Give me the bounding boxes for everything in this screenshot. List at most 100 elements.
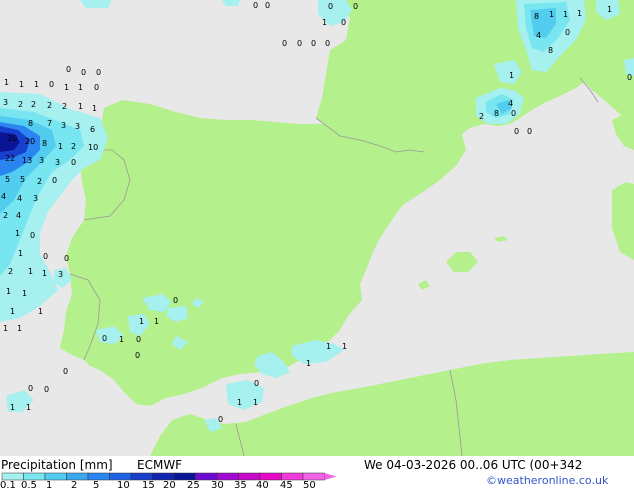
legend-tick-label: 30 <box>211 480 224 491</box>
precip-value-label: 1 <box>549 10 554 19</box>
legend-tick-label: 10 <box>117 480 130 491</box>
precip-value-label: 1 <box>17 324 22 333</box>
precip-value-label: 4 <box>1 192 6 201</box>
precip-value-label: 1 <box>78 83 83 92</box>
precip-value-label: 3 <box>33 194 38 203</box>
precip-value-label: 0 <box>102 334 107 343</box>
precip-value-label: 1 <box>19 80 24 89</box>
legend-tick-label: 20 <box>163 480 176 491</box>
legend-tick-label: 15 <box>142 480 155 491</box>
legend-tick-label: 5 <box>93 480 100 491</box>
precip-value-label: 2 <box>31 100 36 109</box>
precip-value-label: 0 <box>565 28 570 37</box>
precip-value-label: 0 <box>254 379 259 388</box>
precip-value-label: 1 <box>119 335 124 344</box>
precip-value-label: 13 <box>22 156 32 165</box>
legend-tick-label: 0.1 <box>0 480 16 491</box>
precip-value-label: 0 <box>627 73 632 82</box>
precip-value-label: 0 <box>311 39 316 48</box>
precip-value-label: 0 <box>527 127 532 136</box>
legend-swatch <box>259 472 282 481</box>
precip-value-label: 1 <box>42 269 47 278</box>
map-title: Precipitation [mm] <box>1 458 113 472</box>
precip-value-label: 1 <box>34 80 39 89</box>
precip-value-label: 0 <box>63 367 68 376</box>
precip-value-label: 0 <box>52 176 57 185</box>
precip-value-label: 4 <box>16 211 21 220</box>
legend-arrow <box>324 473 337 480</box>
legend-swatch <box>87 472 110 481</box>
precip-value-label: 2 <box>71 142 76 151</box>
precip-value-label: 2 <box>47 101 52 110</box>
precip-value-label: 3 <box>39 156 44 165</box>
precip-value-label: 0 <box>94 83 99 92</box>
precip-value-label: 1 <box>509 71 514 80</box>
precip-value-label: 0 <box>71 158 76 167</box>
precip-value-label: 6 <box>90 125 95 134</box>
legend-swatch <box>109 472 132 481</box>
legend-tick-label: 35 <box>234 480 247 491</box>
precip-value-label: 0 <box>325 39 330 48</box>
legend-swatch <box>302 472 325 481</box>
legend-tick-label: 45 <box>280 480 293 491</box>
precip-value-label: 8 <box>548 46 553 55</box>
precip-value-label: 2 <box>479 112 484 121</box>
precip-value-label: 1 <box>342 342 347 351</box>
precip-value-label: 0 <box>43 252 48 261</box>
legend-swatch <box>173 472 196 481</box>
precip-value-label: 3 <box>55 158 60 167</box>
precip-value-label: 0 <box>96 68 101 77</box>
precip-value-label: 1 <box>607 5 612 14</box>
precip-value-label: 1 <box>58 142 63 151</box>
precip-value-label: 8 <box>28 119 33 128</box>
precipitation-map: 0 0 0 01 00 0 0 00 0 01 1 1 0 1 1 03 2 2 2 2 1 18 7 3 3 620 20 8 1 2 1… <box>0 0 634 456</box>
legend-swatch <box>23 472 46 481</box>
precip-value-label: 1 <box>78 102 83 111</box>
precip-value-label: 3 <box>75 122 80 131</box>
precip-value-label: 0 <box>28 384 33 393</box>
precip-value-label: 1 <box>154 317 159 326</box>
legend-ticks: 0.1 0.5 1 2 5 10 15 20 25 30 35 40 45 50 <box>0 480 340 492</box>
credit-link[interactable]: ©weatheronline.co.uk <box>486 474 608 488</box>
precip-value-label: 8 <box>534 12 539 21</box>
precip-value-label: 5 <box>5 175 10 184</box>
legend-swatch <box>44 472 67 481</box>
precip-value-label: 0 <box>253 1 258 10</box>
precip-value-label: 0 <box>328 2 333 11</box>
precip-value-label: 0 <box>265 1 270 10</box>
precip-value-label: 1 <box>64 83 69 92</box>
legend-tick-label: 1 <box>46 480 53 491</box>
precip-value-label: 0 <box>44 385 49 394</box>
footer-bar: Precipitation [mm] ECMWF We 04-03-2026 0… <box>0 456 634 492</box>
precip-value-label: 1 <box>28 267 33 276</box>
precip-value-label: 20 <box>7 134 17 143</box>
precip-value-label: 20 <box>25 137 35 146</box>
precip-value-label: 1 <box>92 104 97 113</box>
precip-value-label: 0 <box>341 18 346 27</box>
precip-value-label: 0 <box>81 68 86 77</box>
precip-value-label: 0 <box>49 80 54 89</box>
precip-value-label: 0 <box>353 2 358 11</box>
precip-value-label: 4 <box>17 194 22 203</box>
legend-swatch <box>216 472 239 481</box>
precip-value-label: 2 <box>37 177 42 186</box>
precip-value-label: 0 <box>282 39 287 48</box>
legend-tick-label: 40 <box>256 480 269 491</box>
precip-value-label: 8 <box>494 109 499 118</box>
precip-value-label: 22 <box>5 154 15 163</box>
precip-value-label: 3 <box>58 270 63 279</box>
precip-value-label: 0 <box>297 39 302 48</box>
legend-tick-label: 50 <box>303 480 316 491</box>
precip-value-label: 0 <box>173 296 178 305</box>
precip-value-label: 1 <box>22 289 27 298</box>
precip-value-label: 0 <box>218 415 223 424</box>
precip-value-label: 1 <box>18 249 23 258</box>
precip-value-label: 1 <box>26 403 31 412</box>
precip-value-label: 1 <box>10 403 15 412</box>
precip-value-label: 1 <box>326 342 331 351</box>
legend-swatch <box>130 472 153 481</box>
precip-value-label: 0 <box>66 65 71 74</box>
precip-value-label: 2 <box>8 267 13 276</box>
precip-value-label: 0 <box>136 335 141 344</box>
precip-value-label: 2 <box>62 102 67 111</box>
